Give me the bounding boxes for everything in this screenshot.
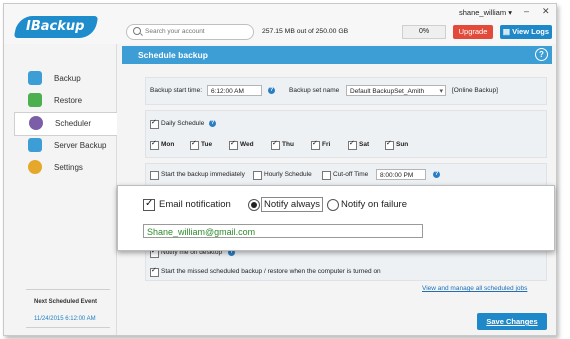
app-window: IBackup shane_william ▾ – ✕ 257.15 MB ou… (3, 3, 557, 336)
day-checkbox[interactable] (150, 139, 159, 150)
divider (26, 289, 110, 290)
usage-progress-bar: 0% (402, 25, 446, 39)
save-changes-button[interactable]: Save Changes (477, 313, 547, 330)
notify-always-label[interactable]: Notify always (261, 197, 323, 212)
help-icon[interactable]: ? (535, 48, 548, 61)
start-immediately-label: Start the backup immediately (161, 171, 245, 178)
hourly-schedule-label: Hourly Schedule (264, 171, 312, 178)
server-icon (28, 138, 42, 152)
ibackup-logo: IBackup (13, 16, 99, 38)
search-box[interactable] (126, 24, 254, 40)
search-input[interactable] (145, 26, 245, 36)
day-label: Sun (396, 141, 409, 148)
upgrade-button[interactable]: Upgrade (453, 25, 493, 39)
day-checkbox[interactable] (229, 139, 238, 150)
day-label: Wed (240, 141, 254, 148)
day-label: Thu (282, 141, 294, 148)
start-time-panel: Backup start time: 6:12:00 AM ? Backup s… (145, 77, 547, 105)
notify-always-radio[interactable] (248, 199, 260, 211)
email-notification-popup: Email notification Notify always Notify … (117, 185, 555, 251)
cloud-download-icon (28, 93, 42, 107)
divider (26, 327, 110, 328)
page-header: Schedule backup ? (122, 46, 552, 64)
storage-quota-text: 257.15 MB out of 250.00 GB (262, 28, 349, 35)
day-label: Sat (359, 141, 370, 148)
notify-on-failure-radio[interactable] (327, 199, 339, 211)
backup-set-type: [Online Backup] (452, 87, 498, 94)
day-checkbox[interactable] (348, 139, 357, 150)
backup-set-select[interactable]: Default BackupSet_Amith (346, 85, 446, 96)
missed-schedule-checkbox[interactable] (150, 266, 159, 277)
hourly-schedule-checkbox[interactable] (253, 171, 262, 180)
view-logs-button[interactable]: ▤ View Logs (500, 25, 552, 39)
day-checkbox[interactable] (385, 139, 394, 150)
next-event-label: Next Scheduled Event (34, 299, 98, 305)
info-icon[interactable]: ? (433, 171, 440, 178)
day-checkbox[interactable] (311, 139, 320, 150)
cutoff-time-field[interactable]: 8:00:00 PM (376, 169, 426, 180)
gear-icon (28, 160, 42, 174)
top-bar: IBackup shane_william ▾ – ✕ 257.15 MB ou… (4, 4, 556, 44)
manage-jobs-link[interactable]: View and manage all scheduled jobs (422, 285, 527, 292)
sidebar-item-backup[interactable]: Backup (14, 68, 116, 90)
user-menu[interactable]: shane_william ▾ (459, 8, 512, 17)
minimize-icon[interactable]: – (524, 6, 529, 16)
daily-schedule-checkbox[interactable] (150, 118, 159, 129)
sidebar-item-restore[interactable]: Restore (14, 90, 116, 112)
missed-schedule-label: Start the missed scheduled backup / rest… (161, 268, 381, 275)
backup-set-label: Backup set name (289, 87, 340, 94)
info-icon[interactable]: ? (268, 87, 275, 94)
daily-schedule-label: Daily Schedule (161, 120, 205, 127)
cutoff-time-checkbox[interactable] (322, 171, 331, 180)
clock-icon (29, 116, 43, 130)
start-time-field[interactable]: 6:12:00 AM (207, 85, 262, 96)
info-icon[interactable]: ? (209, 120, 216, 127)
next-event-date: 11/24/2015 6:12:00 AM (34, 316, 96, 322)
email-notification-label: Email notification (159, 199, 231, 210)
start-time-label: Backup start time: (150, 87, 203, 94)
day-label: Mon (161, 141, 175, 148)
day-checkbox[interactable] (271, 139, 280, 150)
sidebar-item-scheduler[interactable]: Scheduler (14, 112, 117, 136)
search-icon (133, 27, 141, 35)
day-label: Fri (322, 141, 331, 148)
page-title: Schedule backup (138, 50, 208, 60)
cloud-upload-icon (28, 71, 42, 85)
start-immediately-checkbox[interactable] (150, 171, 159, 180)
sidebar-item-settings[interactable]: Settings (14, 157, 116, 179)
sidebar: Backup Restore Scheduler Server Backup S… (4, 44, 117, 335)
email-field[interactable]: Shane_william@gmail.com (143, 224, 423, 238)
notify-on-failure-label: Notify on failure (341, 199, 408, 210)
email-notification-checkbox[interactable] (143, 198, 155, 211)
daily-schedule-panel: Daily Schedule ? Mon Tue Wed Thu Fri Sat… (145, 110, 547, 158)
close-icon[interactable]: ✕ (542, 6, 550, 17)
day-label: Tue (201, 141, 213, 148)
day-checkbox[interactable] (190, 139, 199, 150)
sidebar-item-server-backup[interactable]: Server Backup (14, 135, 116, 157)
cutoff-time-label: Cut-off Time (333, 171, 369, 178)
